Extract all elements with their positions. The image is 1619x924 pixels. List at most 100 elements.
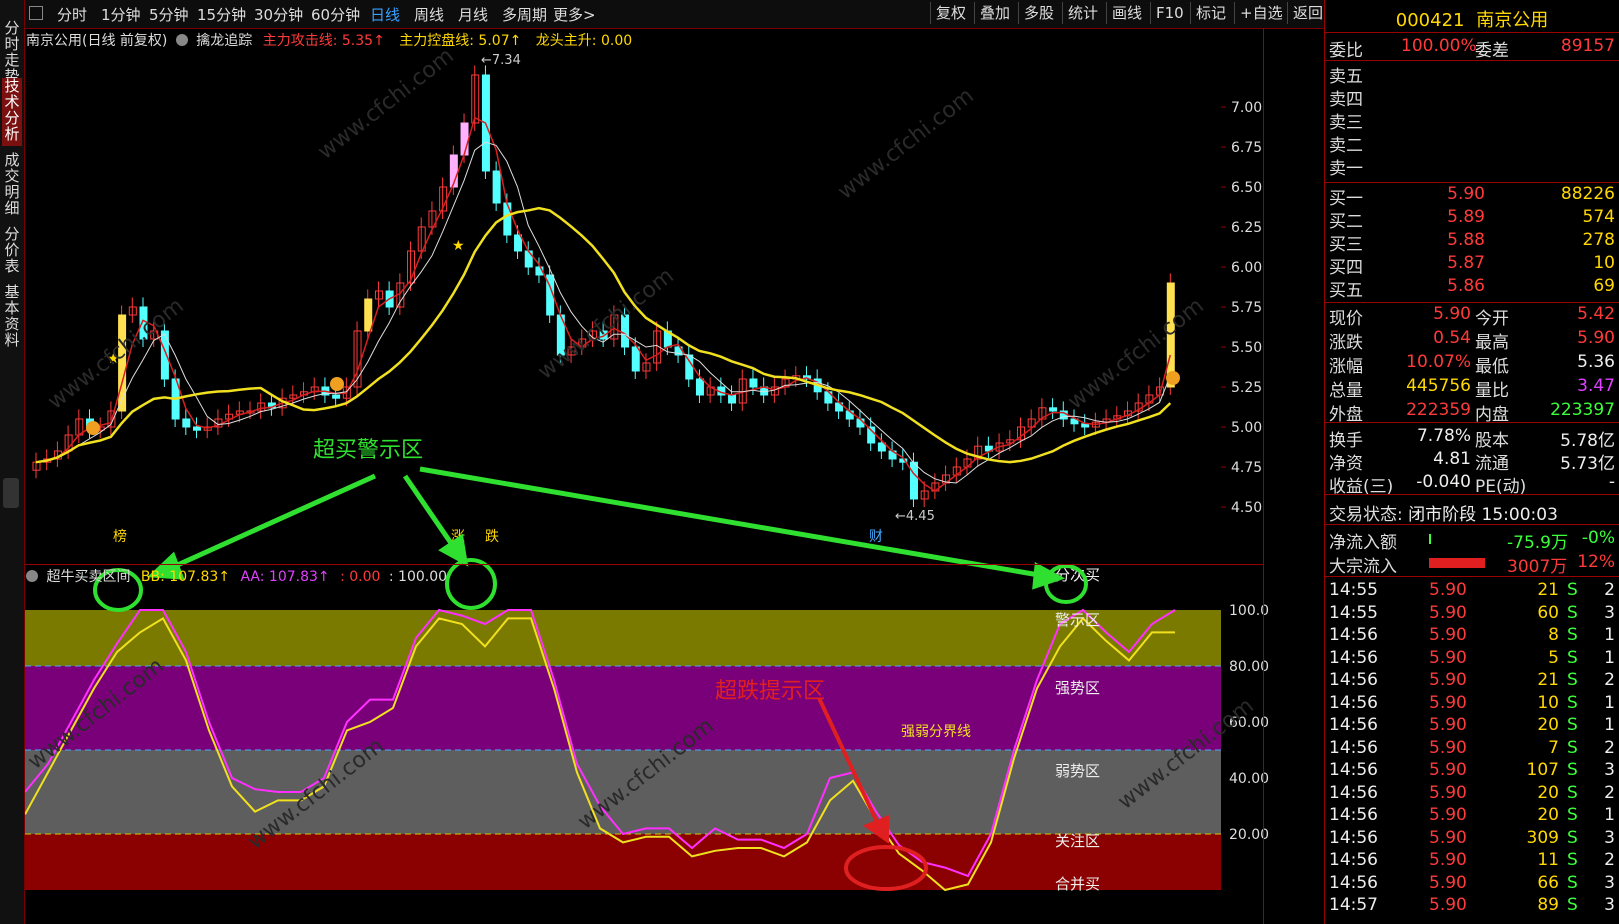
sell-row: 卖四 xyxy=(1329,85,1615,110)
stat-value: 222359 xyxy=(1406,400,1471,420)
tick-side: S xyxy=(1567,895,1578,915)
stat-value: 10.07% xyxy=(1406,352,1471,372)
indicator-toggle-icon[interactable] xyxy=(26,570,38,582)
price-tick-label: 6.75 xyxy=(1231,140,1262,156)
legend-control-line: 主力控盘线: 5.07↑ xyxy=(399,33,522,49)
tick-side: S xyxy=(1567,692,1578,713)
zone-label-warn: 警示区 xyxy=(1055,611,1100,629)
legend-dragon-line: 龙头主升: 0.00 xyxy=(535,33,633,49)
price-tick-label: 4.50 xyxy=(1231,500,1262,516)
price-axis: 7.00 6.75 6.50 6.25 6.00 5.75 5.50 5.25 5.00 4.75… xyxy=(1221,100,1262,516)
restore-rights-button[interactable]: 复权 xyxy=(930,2,971,24)
tick-price: 5.90 xyxy=(1429,692,1467,713)
indicator-name: 超牛买卖区间 xyxy=(46,569,131,585)
tick-count: 2 xyxy=(1604,782,1615,803)
stat-label: 净资 xyxy=(1329,454,1363,474)
menu-icon[interactable] xyxy=(29,6,43,20)
status-label: 交易状态: xyxy=(1329,505,1403,525)
period-30min[interactable]: 30分钟 xyxy=(254,4,303,25)
tab-fundamentals[interactable]: 基本资料 xyxy=(2,284,22,352)
back-button[interactable]: 返回 xyxy=(1287,2,1328,24)
tick-row: 14:56 5.90 21 S 2 xyxy=(1329,670,1615,693)
candle-body xyxy=(160,330,169,380)
indicator-toggle-icon[interactable] xyxy=(175,34,188,46)
tick-side: S xyxy=(1567,670,1578,690)
stat-label: 涨幅 xyxy=(1329,357,1363,377)
buy-volume: 574 xyxy=(1582,207,1615,227)
signal-buy-icon xyxy=(1166,371,1180,385)
tick-count: 3 xyxy=(1604,872,1615,893)
block-label: 大宗流入 xyxy=(1329,557,1397,577)
multi-stock-button[interactable]: 多股 xyxy=(1018,2,1059,24)
stat-label: 总量 xyxy=(1329,381,1363,401)
attack-line xyxy=(35,116,1172,492)
period-monthly[interactable]: 月线 xyxy=(458,4,488,25)
candle-body xyxy=(749,378,758,388)
tick-volume: 20 xyxy=(1537,715,1559,735)
tick-volume: 21 xyxy=(1537,580,1559,600)
period-15min[interactable]: 15分钟 xyxy=(197,4,246,25)
stat-row: 总量 445756 量比 3.47 xyxy=(1329,376,1615,401)
sell-level-label: 卖五 xyxy=(1329,67,1363,87)
tick-row: 14:56 5.90 20 S 1 xyxy=(1329,805,1615,828)
legend-attack-line: 主力攻击线: 5.35↑ xyxy=(262,33,385,49)
stat-label: 股本 xyxy=(1475,431,1509,451)
add-watchlist-button[interactable]: +自选 xyxy=(1234,2,1288,24)
tick-volume: 10 xyxy=(1537,692,1559,713)
stat-value: 445756 xyxy=(1406,376,1471,396)
axis-separator xyxy=(1263,28,1264,924)
period-5min[interactable]: 5分钟 xyxy=(149,4,189,25)
collapse-handle[interactable] xyxy=(3,478,19,508)
buy-row: 买一 5.90 88226 xyxy=(1329,184,1615,209)
tick-volume: 11 xyxy=(1537,850,1559,870)
tab-intraday[interactable]: 分时走势 xyxy=(2,20,22,84)
tab-trade-detail[interactable]: 成交明细 xyxy=(2,152,22,220)
tick-price: 5.90 xyxy=(1429,872,1467,893)
legend-v1: : 0.00 xyxy=(340,569,381,585)
period-1min[interactable]: 1分钟 xyxy=(101,4,141,25)
tick-volume: 8 xyxy=(1548,625,1559,645)
mark-button[interactable]: 标记 xyxy=(1190,2,1231,24)
draw-line-button[interactable]: 画线 xyxy=(1106,2,1147,24)
period-fenshi[interactable]: 分时 xyxy=(57,4,87,25)
tick-price: 5.90 xyxy=(1429,647,1467,668)
candle-body xyxy=(460,122,469,156)
tick-time: 14:56 xyxy=(1329,782,1378,803)
sell-row: 卖二 xyxy=(1329,131,1615,156)
weicha-label: 委差 xyxy=(1475,41,1509,61)
period-60min[interactable]: 60分钟 xyxy=(311,4,360,25)
price-tick-label: 4.75 xyxy=(1231,460,1262,476)
price-tick-label: 6.00 xyxy=(1231,260,1262,276)
tick-time: 14:56 xyxy=(1329,715,1378,735)
tick-time: 14:56 xyxy=(1329,827,1378,848)
tab-price-table[interactable]: 分价表 xyxy=(2,226,22,278)
stat-value: -0.040 xyxy=(1416,472,1471,492)
tick-count: 2 xyxy=(1604,670,1615,690)
tick-price: 5.90 xyxy=(1429,827,1467,848)
tick-time: 14:56 xyxy=(1329,692,1378,713)
tick-row: 14:56 5.90 20 S 1 xyxy=(1329,715,1615,738)
tick-side: S xyxy=(1567,715,1578,735)
tab-technical[interactable]: 技术分析 xyxy=(2,78,22,146)
period-weekly[interactable]: 周线 xyxy=(414,4,444,25)
stats-button[interactable]: 统计 xyxy=(1062,2,1103,24)
price-tick-label: 6.25 xyxy=(1231,220,1262,236)
sell-row: 卖五 xyxy=(1329,62,1615,87)
tick-side: S xyxy=(1567,602,1578,623)
f10-button[interactable]: F10 xyxy=(1150,2,1189,24)
buy-price: 5.87 xyxy=(1447,253,1485,273)
candle-body xyxy=(332,394,341,399)
tick-volume: 66 xyxy=(1537,872,1559,893)
block-inflow-row: 大宗流入 3007万 12% xyxy=(1329,552,1615,577)
tick-volume: 7 xyxy=(1548,737,1559,758)
sell-level-label: 卖四 xyxy=(1329,90,1363,110)
candle-body xyxy=(631,346,640,372)
period-more[interactable]: 更多> xyxy=(553,4,596,25)
overlay-button[interactable]: 叠加 xyxy=(974,2,1015,24)
period-multi[interactable]: 多周期 xyxy=(502,4,547,25)
chart-separator xyxy=(25,564,1263,565)
chart-canvas[interactable]: 7.00 6.75 6.50 6.25 6.00 5.75 5.50 5.25 5.00 4.75… xyxy=(25,50,1323,924)
period-daily[interactable]: 日线 xyxy=(370,4,400,25)
tick-time: 14:56 xyxy=(1329,872,1378,893)
sell-level-label: 卖一 xyxy=(1329,159,1363,179)
